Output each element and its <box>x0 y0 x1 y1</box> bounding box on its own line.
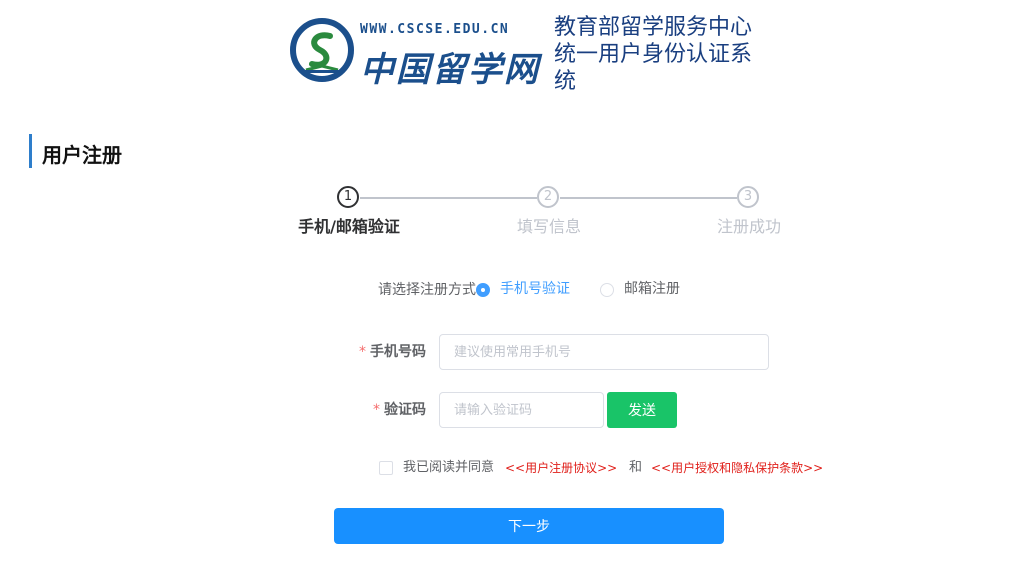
email-method-label[interactable]: 邮箱注册 <box>624 280 680 298</box>
registration-method-label: 请选择注册方式 <box>378 282 476 298</box>
phone-label-text: 手机号码 <box>370 344 426 360</box>
page-header-title: 教育部留学服务中心统一用户身份认证系统 <box>554 15 753 94</box>
email-method-radio[interactable] <box>600 283 614 297</box>
code-field-label: * 验证码 <box>356 401 426 419</box>
step-2-circle: 2 <box>537 186 559 208</box>
logo-url-text: WWW.CSCSE.EDU.CN <box>360 22 510 37</box>
phone-method-radio[interactable] <box>476 283 490 297</box>
cscse-logo: WWW.CSCSE.EDU.CN 中国留学网 <box>290 16 538 90</box>
step-3-label: 注册成功 <box>716 217 781 236</box>
agreement-checkbox[interactable] <box>379 461 393 475</box>
step-3-circle: 3 <box>737 186 759 208</box>
user-agreement-link[interactable]: <<用户注册协议>> <box>505 459 617 477</box>
required-mark: * <box>373 402 380 418</box>
logo-name-text: 中国留学网 <box>360 50 540 90</box>
step-1-label: 手机/邮箱验证 <box>298 217 400 236</box>
cscse-emblem-icon <box>290 18 354 82</box>
required-mark: * <box>359 344 366 360</box>
verification-code-input[interactable] <box>439 392 604 428</box>
next-step-button[interactable]: 下一步 <box>334 508 724 544</box>
privacy-policy-link[interactable]: <<用户授权和隐私保护条款>> <box>651 459 823 477</box>
phone-method-label[interactable]: 手机号验证 <box>500 280 570 298</box>
code-label-text: 验证码 <box>384 402 426 418</box>
page-title: 用户注册 <box>29 134 122 168</box>
agreement-prefix: 我已阅读并同意 <box>403 460 495 475</box>
agreement-conjunction: 和 <box>629 460 643 475</box>
step-connector <box>560 197 737 199</box>
step-1-circle: 1 <box>337 186 359 208</box>
phone-field-label: * 手机号码 <box>356 343 426 361</box>
phone-input[interactable] <box>439 334 769 370</box>
step-connector <box>360 197 537 199</box>
step-2-label: 填写信息 <box>516 217 581 236</box>
send-code-button[interactable]: 发送 <box>607 392 677 428</box>
